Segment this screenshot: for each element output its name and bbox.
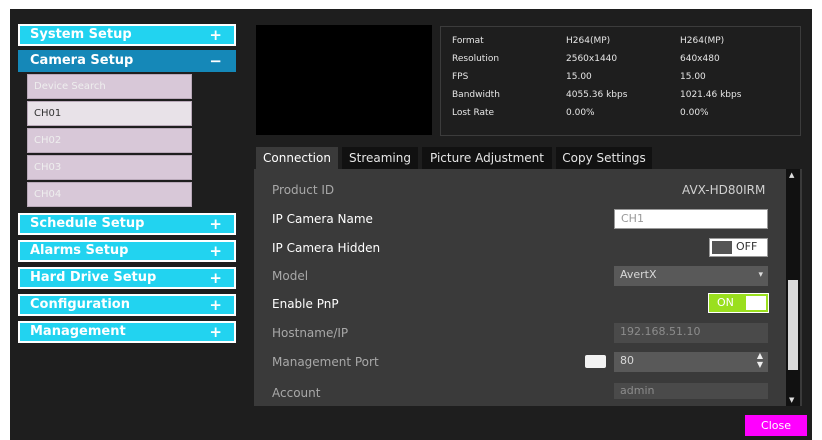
camera-item-ch04[interactable]: CH04 — [27, 182, 192, 207]
collapse-icon: − — [209, 52, 222, 70]
stat-main: 0.00% — [566, 108, 595, 118]
scroll-down-icon[interactable]: ▼ — [789, 396, 794, 404]
stat-sub: 1021.46 kbps — [680, 90, 742, 100]
section-camera-setup[interactable]: Camera Setup − — [18, 50, 236, 72]
tab-connection[interactable]: Connection — [256, 147, 338, 169]
stat-sub: H264(MP) — [680, 36, 725, 46]
product-id-value: AVX-HD80IRM — [682, 183, 766, 197]
camera-preview — [256, 25, 432, 135]
stat-label: FPS — [452, 72, 469, 82]
section-configuration[interactable]: Configuration + — [18, 294, 236, 316]
section-label: Schedule Setup — [30, 216, 145, 231]
section-system-setup[interactable]: System Setup + — [18, 24, 236, 46]
expand-icon: + — [209, 269, 222, 287]
tab-streaming[interactable]: Streaming — [342, 147, 418, 169]
camera-name-label: IP Camera Name — [272, 212, 373, 226]
section-label: Camera Setup — [30, 53, 134, 68]
product-id-label: Product ID — [272, 183, 335, 197]
camera-item-ch02[interactable]: CH02 — [27, 128, 192, 153]
stat-label: Lost Rate — [452, 108, 495, 118]
camera-item-device-search[interactable]: Device Search — [27, 74, 192, 99]
expand-icon: + — [209, 215, 222, 233]
expand-icon: + — [209, 323, 222, 341]
section-alarms-setup[interactable]: Alarms Setup + — [18, 240, 236, 262]
port-stepper[interactable]: 80 ▲ ▼ — [614, 351, 768, 372]
tab-picture-adjustment[interactable]: Picture Adjustment — [422, 147, 552, 169]
section-schedule-setup[interactable]: Schedule Setup + — [18, 213, 236, 235]
stat-sub: 0.00% — [680, 108, 709, 118]
camera-name-input[interactable]: CH1 — [614, 209, 768, 229]
close-button[interactable]: Close — [745, 415, 807, 436]
chevron-down-icon: ▾ — [758, 270, 763, 280]
toggle-text: ON — [717, 296, 734, 309]
section-label: Management — [30, 324, 126, 339]
stat-main: 15.00 — [566, 72, 592, 82]
port-label: Management Port — [272, 355, 379, 369]
section-label: Alarms Setup — [30, 243, 129, 258]
stat-main: H264(MP) — [566, 36, 611, 46]
scrollbar-thumb[interactable] — [788, 280, 798, 370]
section-label: Hard Drive Setup — [30, 270, 157, 285]
toggle-knob — [746, 296, 766, 310]
section-label: Configuration — [30, 297, 130, 312]
pnp-label: Enable PnP — [272, 297, 339, 311]
account-label: Account — [272, 386, 321, 400]
scroll-up-icon[interactable]: ▲ — [789, 171, 794, 179]
expand-icon: + — [209, 242, 222, 260]
toggle-knob — [712, 241, 732, 254]
port-value: 80 — [620, 354, 634, 367]
stat-sub: 15.00 — [680, 72, 706, 82]
model-label: Model — [272, 269, 309, 283]
camera-item-ch01[interactable]: CH01 — [27, 101, 192, 126]
hostname-input[interactable]: 192.168.51.10 — [614, 323, 768, 343]
section-label: System Setup — [30, 27, 132, 42]
section-hard-drive-setup[interactable]: Hard Drive Setup + — [18, 267, 236, 289]
hidden-label: IP Camera Hidden — [272, 241, 381, 255]
hidden-toggle[interactable]: OFF — [709, 238, 768, 257]
stream-stats-panel — [440, 26, 801, 136]
stat-sub: 640x480 — [680, 54, 720, 64]
toggle-text: OFF — [736, 240, 758, 253]
hostname-label: Hostname/IP — [272, 326, 349, 340]
pnp-toggle[interactable]: ON — [708, 293, 769, 313]
expand-icon: + — [209, 26, 222, 44]
stat-label: Bandwidth — [452, 90, 500, 100]
stepper-arrows-icon[interactable]: ▲ ▼ — [757, 351, 763, 369]
folder-icon[interactable] — [585, 355, 606, 368]
account-input[interactable]: admin — [614, 383, 768, 399]
tab-copy-settings[interactable]: Copy Settings — [556, 147, 652, 169]
section-management[interactable]: Management + — [18, 321, 236, 343]
stat-label: Resolution — [452, 54, 500, 64]
stat-label: Format — [452, 36, 484, 46]
stat-main: 2560x1440 — [566, 54, 618, 64]
model-value: AvertX — [620, 268, 657, 281]
model-select[interactable]: AvertX ▾ — [614, 266, 768, 286]
camera-item-ch03[interactable]: CH03 — [27, 155, 192, 180]
expand-icon: + — [209, 296, 222, 314]
stat-main: 4055.36 kbps — [566, 90, 628, 100]
